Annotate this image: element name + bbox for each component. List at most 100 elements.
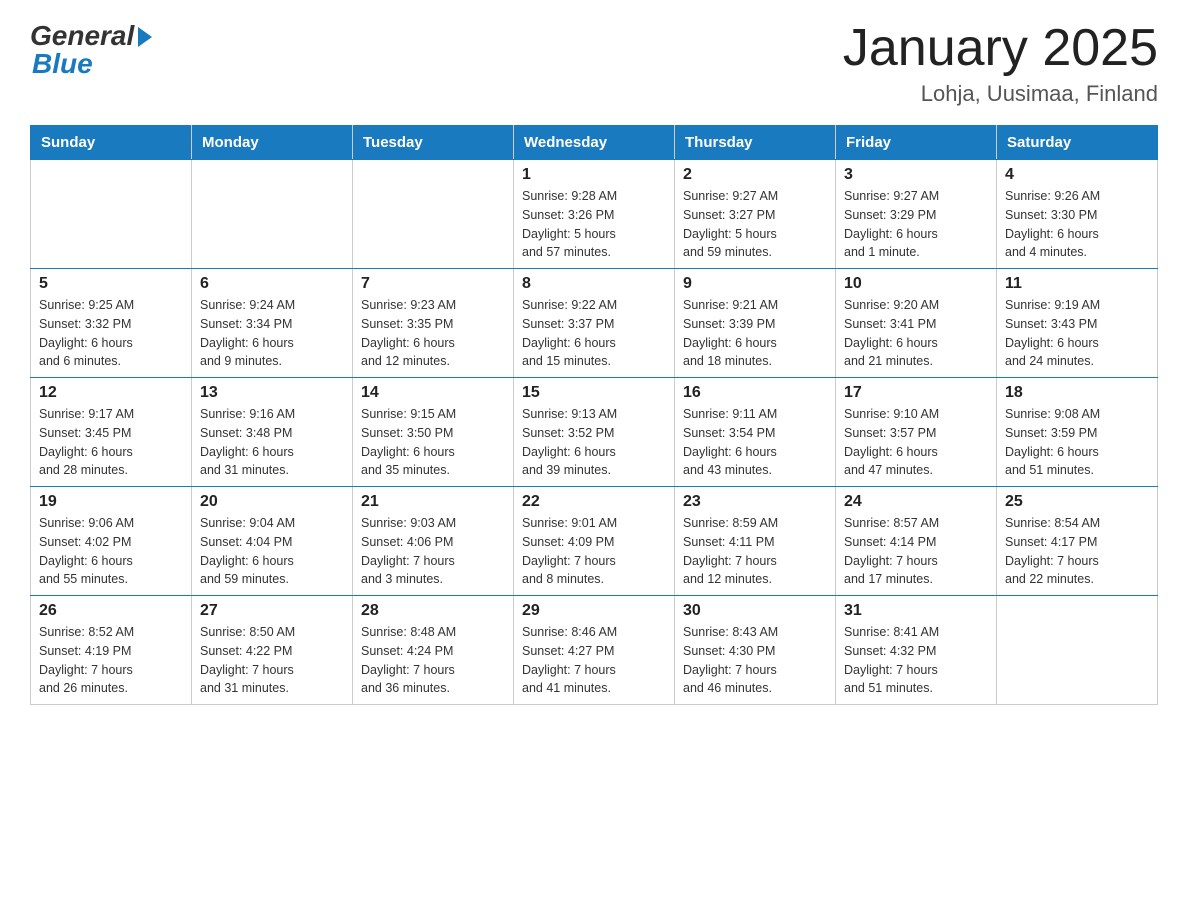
calendar-week-row: 19Sunrise: 9:06 AMSunset: 4:02 PMDayligh… xyxy=(31,487,1158,596)
logo-arrow-icon xyxy=(138,27,152,47)
calendar-header-saturday: Saturday xyxy=(997,126,1158,160)
day-info: Sunrise: 9:15 AMSunset: 3:50 PMDaylight:… xyxy=(361,405,505,480)
calendar-cell: 16Sunrise: 9:11 AMSunset: 3:54 PMDayligh… xyxy=(675,378,836,487)
day-number: 29 xyxy=(522,602,666,620)
calendar-cell: 3 Sunrise: 9:27 AMSunset: 3:29 PMDaylight… xyxy=(836,160,997,269)
calendar-cell: 1 Sunrise: 9:28 AMSunset: 3:26 PMDaylight… xyxy=(514,160,675,269)
day-info: Sunrise: 8:41 AMSunset: 4:32 PMDaylight:… xyxy=(844,623,988,698)
day-number: 23 xyxy=(683,493,827,511)
day-info: Sunrise: 9:10 AMSunset: 3:57 PMDaylight:… xyxy=(844,405,988,480)
calendar-cell: 13Sunrise: 9:16 AMSunset: 3:48 PMDayligh… xyxy=(192,378,353,487)
day-info: Sunrise: 9:20 AMSunset: 3:41 PMDaylight:… xyxy=(844,296,988,371)
day-number: 26 xyxy=(39,602,183,620)
day-info: Sunrise: 9:22 AMSunset: 3:37 PMDaylight:… xyxy=(522,296,666,371)
calendar-header-friday: Friday xyxy=(836,126,997,160)
calendar-cell: 22Sunrise: 9:01 AMSunset: 4:09 PMDayligh… xyxy=(514,487,675,596)
day-info: Sunrise: 8:52 AMSunset: 4:19 PMDaylight:… xyxy=(39,623,183,698)
day-number: 8 xyxy=(522,275,666,293)
day-number: 13 xyxy=(200,384,344,402)
day-number: 1 xyxy=(522,166,666,184)
day-info: Sunrise: 9:08 AMSunset: 3:59 PMDaylight:… xyxy=(1005,405,1149,480)
day-number: 24 xyxy=(844,493,988,511)
day-info: Sunrise: 8:59 AMSunset: 4:11 PMDaylight:… xyxy=(683,514,827,589)
day-number: 19 xyxy=(39,493,183,511)
calendar-cell: 10 Sunrise: 9:20 AMSunset: 3:41 PMDayligh… xyxy=(836,269,997,378)
day-info: Sunrise: 8:43 AMSunset: 4:30 PMDaylight:… xyxy=(683,623,827,698)
month-title: January 2025 xyxy=(843,20,1158,77)
day-info: Sunrise: 9:26 AMSunset: 3:30 PMDaylight:… xyxy=(1005,187,1149,262)
calendar-cell xyxy=(31,160,192,269)
day-info: Sunrise: 9:28 AMSunset: 3:26 PMDaylight:… xyxy=(522,187,666,262)
calendar-cell: 7 Sunrise: 9:23 AMSunset: 3:35 PMDaylight… xyxy=(353,269,514,378)
day-info: Sunrise: 9:25 AMSunset: 3:32 PMDaylight:… xyxy=(39,296,183,371)
day-number: 31 xyxy=(844,602,988,620)
calendar-week-row: 5 Sunrise: 9:25 AMSunset: 3:32 PMDaylight… xyxy=(31,269,1158,378)
day-number: 28 xyxy=(361,602,505,620)
calendar-week-row: 26 Sunrise: 8:52 AMSunset: 4:19 PMDayligh… xyxy=(31,596,1158,705)
day-number: 14 xyxy=(361,384,505,402)
day-info: Sunrise: 9:01 AMSunset: 4:09 PMDaylight:… xyxy=(522,514,666,589)
calendar-cell: 21 Sunrise: 9:03 AMSunset: 4:06 PMDayligh… xyxy=(353,487,514,596)
calendar-cell: 6 Sunrise: 9:24 AMSunset: 3:34 PMDaylight… xyxy=(192,269,353,378)
calendar-cell: 2Sunrise: 9:27 AMSunset: 3:27 PMDaylight… xyxy=(675,160,836,269)
day-number: 4 xyxy=(1005,166,1149,184)
logo: General Blue xyxy=(30,20,152,80)
calendar-cell xyxy=(192,160,353,269)
calendar-cell: 18 Sunrise: 9:08 AMSunset: 3:59 PMDayligh… xyxy=(997,378,1158,487)
calendar-cell: 4 Sunrise: 9:26 AMSunset: 3:30 PMDaylight… xyxy=(997,160,1158,269)
day-number: 12 xyxy=(39,384,183,402)
day-number: 11 xyxy=(1005,275,1149,293)
day-number: 10 xyxy=(844,275,988,293)
calendar-week-row: 12Sunrise: 9:17 AMSunset: 3:45 PMDayligh… xyxy=(31,378,1158,487)
calendar-cell: 28 Sunrise: 8:48 AMSunset: 4:24 PMDayligh… xyxy=(353,596,514,705)
day-info: Sunrise: 9:21 AMSunset: 3:39 PMDaylight:… xyxy=(683,296,827,371)
calendar-cell: 25Sunrise: 8:54 AMSunset: 4:17 PMDayligh… xyxy=(997,487,1158,596)
calendar-cell: 20Sunrise: 9:04 AMSunset: 4:04 PMDayligh… xyxy=(192,487,353,596)
calendar-header-wednesday: Wednesday xyxy=(514,126,675,160)
calendar-header-monday: Monday xyxy=(192,126,353,160)
day-info: Sunrise: 8:48 AMSunset: 4:24 PMDaylight:… xyxy=(361,623,505,698)
calendar-header-sunday: Sunday xyxy=(31,126,192,160)
calendar-cell: 23 Sunrise: 8:59 AMSunset: 4:11 PMDayligh… xyxy=(675,487,836,596)
calendar-header-tuesday: Tuesday xyxy=(353,126,514,160)
calendar-cell: 11 Sunrise: 9:19 AMSunset: 3:43 PMDayligh… xyxy=(997,269,1158,378)
day-number: 9 xyxy=(683,275,827,293)
day-number: 3 xyxy=(844,166,988,184)
calendar-cell: 14 Sunrise: 9:15 AMSunset: 3:50 PMDayligh… xyxy=(353,378,514,487)
day-info: Sunrise: 9:03 AMSunset: 4:06 PMDaylight:… xyxy=(361,514,505,589)
day-number: 21 xyxy=(361,493,505,511)
title-block: January 2025 Lohja, Uusimaa, Finland xyxy=(843,20,1158,107)
day-info: Sunrise: 9:13 AMSunset: 3:52 PMDaylight:… xyxy=(522,405,666,480)
day-number: 6 xyxy=(200,275,344,293)
calendar-header-row: SundayMondayTuesdayWednesdayThursdayFrid… xyxy=(31,126,1158,160)
day-info: Sunrise: 9:24 AMSunset: 3:34 PMDaylight:… xyxy=(200,296,344,371)
calendar-cell: 9 Sunrise: 9:21 AMSunset: 3:39 PMDaylight… xyxy=(675,269,836,378)
day-info: Sunrise: 8:46 AMSunset: 4:27 PMDaylight:… xyxy=(522,623,666,698)
calendar-cell: 12Sunrise: 9:17 AMSunset: 3:45 PMDayligh… xyxy=(31,378,192,487)
day-number: 7 xyxy=(361,275,505,293)
day-number: 30 xyxy=(683,602,827,620)
day-number: 25 xyxy=(1005,493,1149,511)
day-info: Sunrise: 9:04 AMSunset: 4:04 PMDaylight:… xyxy=(200,514,344,589)
calendar-cell: 26 Sunrise: 8:52 AMSunset: 4:19 PMDayligh… xyxy=(31,596,192,705)
day-info: Sunrise: 9:19 AMSunset: 3:43 PMDaylight:… xyxy=(1005,296,1149,371)
calendar-cell: 5 Sunrise: 9:25 AMSunset: 3:32 PMDaylight… xyxy=(31,269,192,378)
calendar-cell: 31 Sunrise: 8:41 AMSunset: 4:32 PMDayligh… xyxy=(836,596,997,705)
day-info: Sunrise: 9:27 AMSunset: 3:29 PMDaylight:… xyxy=(844,187,988,262)
calendar-cell: 30 Sunrise: 8:43 AMSunset: 4:30 PMDayligh… xyxy=(675,596,836,705)
day-number: 5 xyxy=(39,275,183,293)
calendar-cell: 29 Sunrise: 8:46 AMSunset: 4:27 PMDayligh… xyxy=(514,596,675,705)
calendar-cell xyxy=(353,160,514,269)
day-number: 27 xyxy=(200,602,344,620)
calendar-table: SundayMondayTuesdayWednesdayThursdayFrid… xyxy=(30,125,1158,705)
calendar-cell: 17Sunrise: 9:10 AMSunset: 3:57 PMDayligh… xyxy=(836,378,997,487)
day-info: Sunrise: 9:23 AMSunset: 3:35 PMDaylight:… xyxy=(361,296,505,371)
day-info: Sunrise: 8:57 AMSunset: 4:14 PMDaylight:… xyxy=(844,514,988,589)
calendar-cell: 27 Sunrise: 8:50 AMSunset: 4:22 PMDayligh… xyxy=(192,596,353,705)
day-number: 18 xyxy=(1005,384,1149,402)
day-number: 2 xyxy=(683,166,827,184)
calendar-week-row: 1 Sunrise: 9:28 AMSunset: 3:26 PMDaylight… xyxy=(31,160,1158,269)
day-info: Sunrise: 8:50 AMSunset: 4:22 PMDaylight:… xyxy=(200,623,344,698)
page-header: General Blue January 2025 Lohja, Uusimaa… xyxy=(30,20,1158,107)
calendar-header-thursday: Thursday xyxy=(675,126,836,160)
